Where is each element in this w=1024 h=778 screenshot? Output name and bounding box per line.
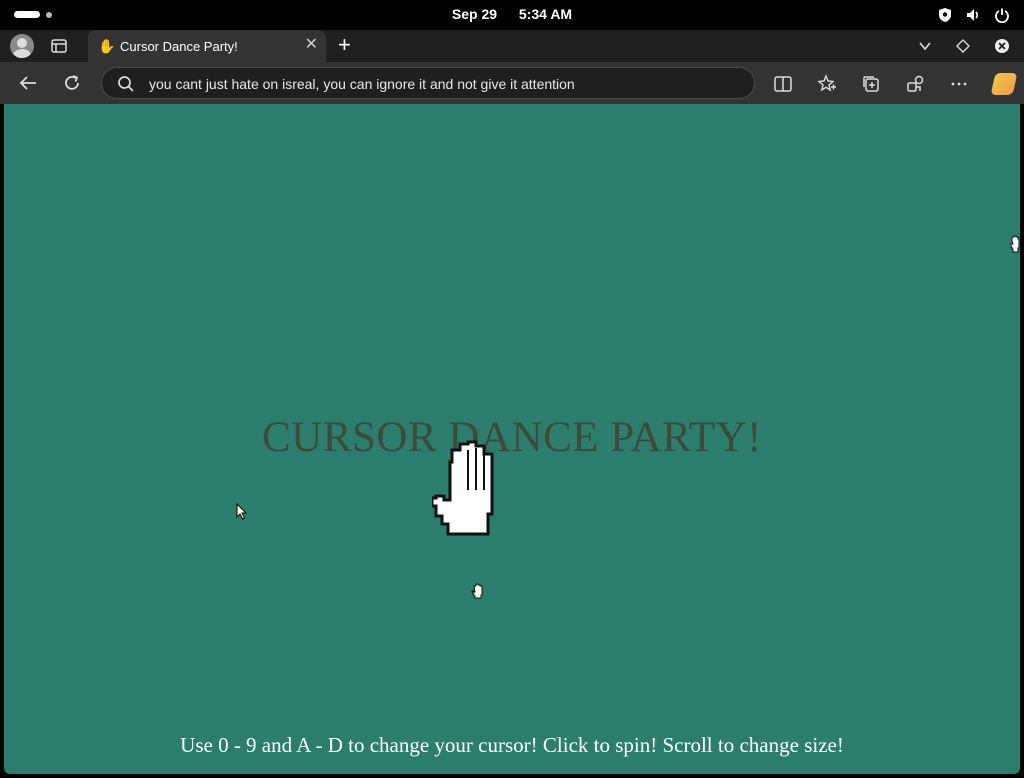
tab-cursor-dance-party[interactable]: ✋ Cursor Dance Party! ✕ xyxy=(88,30,326,62)
reload-icon[interactable] xyxy=(62,73,82,93)
address-text[interactable]: you cant just hate on isreal, you can ig… xyxy=(149,76,575,92)
large-hand-cursor xyxy=(432,440,494,536)
power-icon xyxy=(995,8,1009,23)
page-title: CURSOR DANCE PARTY! xyxy=(262,414,762,461)
profile-avatar[interactable] xyxy=(10,34,34,58)
copilot-icon[interactable] xyxy=(990,73,1018,95)
date-label: Sep 29 xyxy=(451,6,498,22)
avatar-head xyxy=(17,38,27,48)
shield-icon xyxy=(939,8,951,22)
edge-hand-cursor xyxy=(1010,235,1020,253)
system-tray[interactable] xyxy=(938,7,1010,23)
tab-list-chevron-icon[interactable] xyxy=(918,39,932,53)
back-arrow-icon[interactable] xyxy=(18,73,38,93)
window-close-icon[interactable] xyxy=(994,38,1010,54)
extensions-icon[interactable] xyxy=(905,74,925,94)
system-status-bar: Sep 29 5:34 AM xyxy=(0,0,1024,30)
close-icon[interactable]: ✕ xyxy=(305,37,318,53)
volume-icon xyxy=(967,9,979,21)
clock[interactable]: Sep 29 5:34 AM xyxy=(0,6,1024,22)
favorites-icon[interactable] xyxy=(817,74,837,94)
page-viewport[interactable]: CURSOR DANCE PARTY! Use 0 - 9 and A - D … xyxy=(4,104,1020,774)
split-screen-icon[interactable] xyxy=(773,74,793,94)
small-hand-cursor xyxy=(471,583,483,599)
tab-strip-controls xyxy=(918,38,1010,54)
arrow-cursor xyxy=(236,503,248,520)
avatar-body xyxy=(13,49,31,58)
collections-icon[interactable] xyxy=(861,74,881,94)
toolbar-actions xyxy=(773,73,1018,95)
search-icon xyxy=(118,76,134,92)
diamond-icon[interactable] xyxy=(956,39,970,53)
new-tab-button[interactable]: + xyxy=(338,34,351,56)
more-icon[interactable] xyxy=(949,74,969,94)
instructions-text: Use 0 - 9 and A - D to change your curso… xyxy=(180,733,844,757)
browser-toolbar: you cant just hate on isreal, you can ig… xyxy=(0,62,1024,104)
address-bar[interactable]: you cant just hate on isreal, you can ig… xyxy=(101,67,755,99)
tab-title: Cursor Dance Party! xyxy=(120,39,238,54)
hand-cursor-icon: ✋ xyxy=(98,38,116,54)
tab-actions-icon[interactable] xyxy=(50,37,68,55)
time-label: 5:34 AM xyxy=(518,6,573,22)
browser-tab-strip: ✋ Cursor Dance Party! ✕ + xyxy=(0,30,1024,62)
